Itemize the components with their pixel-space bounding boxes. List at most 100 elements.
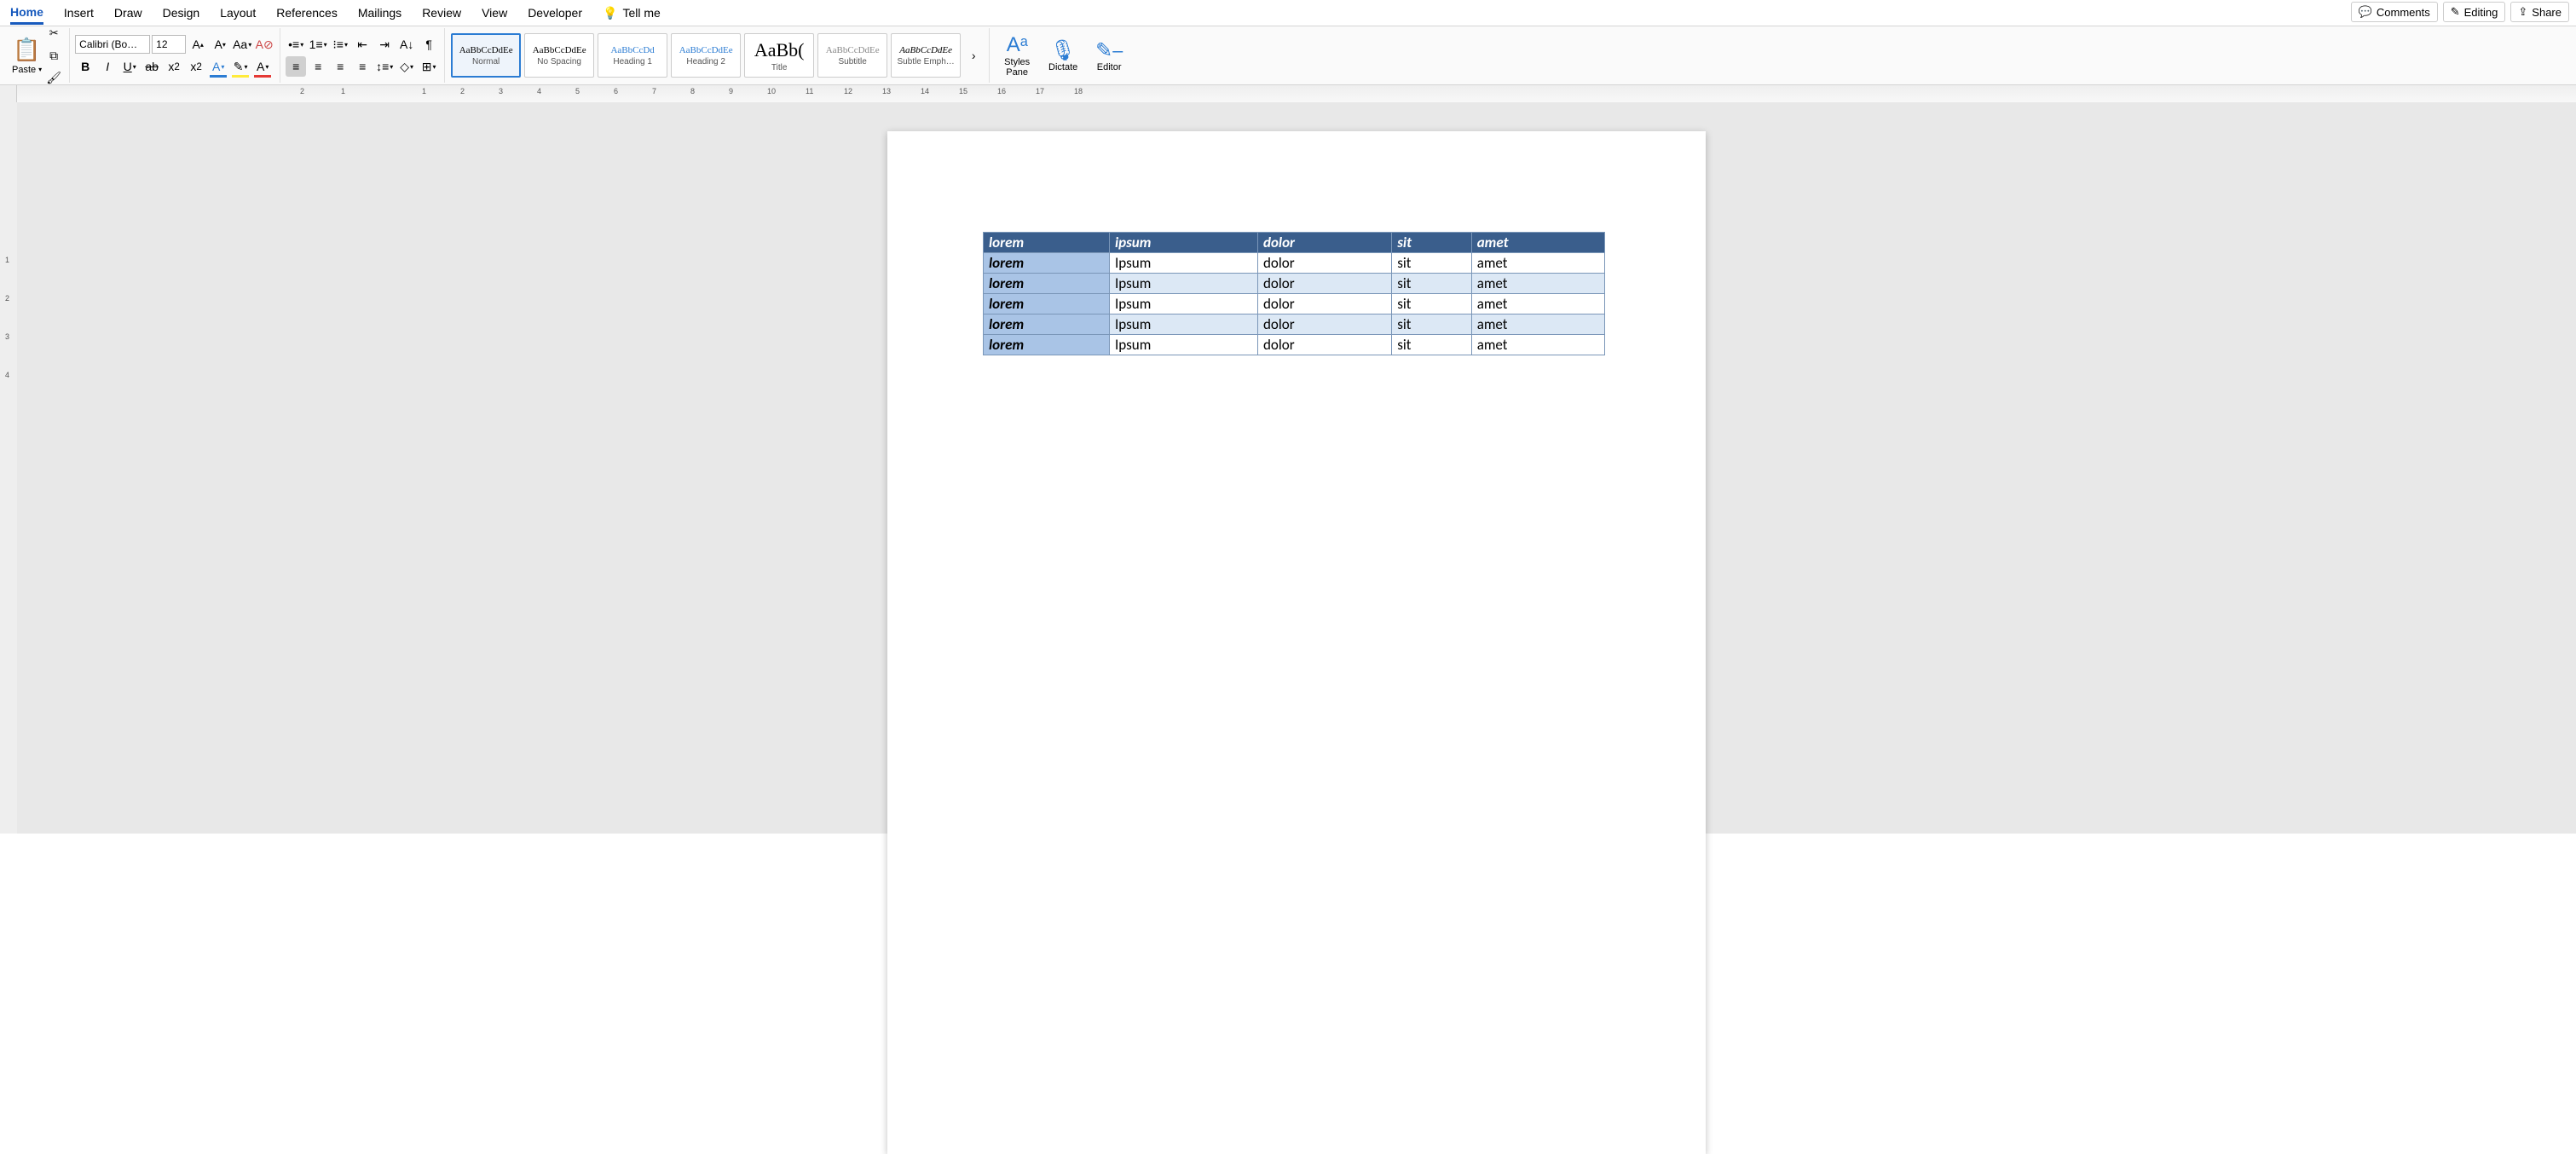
table-header[interactable]: amet xyxy=(1471,233,1604,253)
superscript-button[interactable]: x2 xyxy=(186,56,206,77)
sort-button[interactable]: A↓ xyxy=(396,34,417,55)
underline-button[interactable]: U▾ xyxy=(119,56,140,77)
ruler-tick: 13 xyxy=(882,87,891,95)
style-title[interactable]: AaBb(Title xyxy=(744,33,814,78)
tab-developer[interactable]: Developer xyxy=(528,3,582,23)
table-cell[interactable]: dolor xyxy=(1257,335,1391,355)
page[interactable]: lorem ipsum dolor sit amet lorem Ipsum d… xyxy=(887,131,1706,1154)
multilevel-button[interactable]: ⁝≡▾ xyxy=(330,34,350,55)
borders-button[interactable]: ⊞▾ xyxy=(419,56,439,77)
group-clipboard: 📋 Paste▾ ✂ ⧉ 🖌 xyxy=(7,28,70,83)
indent-button[interactable]: ⇥ xyxy=(374,34,395,55)
table-cell[interactable]: sit xyxy=(1392,253,1472,274)
align-center-button[interactable]: ≡ xyxy=(308,56,328,77)
styles-pane-label: Styles Pane xyxy=(995,57,1039,78)
table-cell[interactable]: amet xyxy=(1471,294,1604,314)
table-cell[interactable]: dolor xyxy=(1257,314,1391,335)
text-effects-button[interactable]: A▾ xyxy=(208,56,228,77)
table-cell[interactable]: dolor xyxy=(1257,253,1391,274)
table-header[interactable]: sit xyxy=(1392,233,1472,253)
font-size-input[interactable] xyxy=(152,35,186,54)
tab-bar: Home Insert Draw Design Layout Reference… xyxy=(0,0,2576,26)
bold-button[interactable]: B xyxy=(75,56,95,77)
share-button[interactable]: ⇪Share xyxy=(2510,2,2569,22)
strike-button[interactable]: ab xyxy=(142,56,162,77)
numbering-button[interactable]: 1≡▾ xyxy=(308,34,328,55)
tab-layout[interactable]: Layout xyxy=(220,3,256,23)
styles-pane-button[interactable]: AᵃStyles Pane xyxy=(995,33,1039,78)
table-cell[interactable]: Ipsum xyxy=(1110,335,1258,355)
tab-mailings[interactable]: Mailings xyxy=(358,3,401,23)
tab-references[interactable]: References xyxy=(276,3,338,23)
chevron-down-icon[interactable]: ▾ xyxy=(38,66,42,73)
table-cell[interactable]: Ipsum xyxy=(1110,294,1258,314)
table-header[interactable]: ipsum xyxy=(1110,233,1258,253)
font-name-input[interactable] xyxy=(75,35,150,54)
style-subtitle[interactable]: AaBbCcDdEeSubtitle xyxy=(817,33,887,78)
shrink-font-button[interactable]: A▾ xyxy=(210,34,230,55)
table-cell[interactable]: dolor xyxy=(1257,294,1391,314)
font-color-button[interactable]: A▾ xyxy=(252,56,273,77)
style-nospacing[interactable]: AaBbCcDdEeNo Spacing xyxy=(524,33,594,78)
outdent-button[interactable]: ⇤ xyxy=(352,34,373,55)
align-right-button[interactable]: ≡ xyxy=(330,56,350,77)
table-cell[interactable]: lorem xyxy=(984,335,1110,355)
table-cell[interactable]: amet xyxy=(1471,335,1604,355)
paste-button[interactable]: Paste xyxy=(12,65,36,75)
style-heading1[interactable]: AaBbCcDdHeading 1 xyxy=(598,33,667,78)
bullets-button[interactable]: •≡▾ xyxy=(286,34,306,55)
comments-button[interactable]: 💬Comments xyxy=(2351,2,2438,22)
table-cell[interactable]: Ipsum xyxy=(1110,253,1258,274)
table-header[interactable]: dolor xyxy=(1257,233,1391,253)
share-icon: ⇪ xyxy=(2518,5,2527,19)
table-cell[interactable]: sit xyxy=(1392,274,1472,294)
copy-button[interactable]: ⧉ xyxy=(43,45,64,66)
editor-button[interactable]: ✎⎯Editor xyxy=(1087,38,1131,72)
document-canvas[interactable]: lorem ipsum dolor sit amet lorem Ipsum d… xyxy=(17,102,2576,834)
table-cell[interactable]: dolor xyxy=(1257,274,1391,294)
table-cell[interactable]: lorem xyxy=(984,294,1110,314)
table-cell[interactable]: lorem xyxy=(984,253,1110,274)
pilcrow-button[interactable]: ¶ xyxy=(419,34,439,55)
tell-me[interactable]: 💡 Tell me xyxy=(603,6,661,20)
table-cell[interactable]: sit xyxy=(1392,335,1472,355)
tab-insert[interactable]: Insert xyxy=(64,3,94,23)
table-header[interactable]: lorem xyxy=(984,233,1110,253)
dictate-button[interactable]: 🎙Dictate xyxy=(1041,38,1085,72)
subscript-button[interactable]: x2 xyxy=(164,56,184,77)
justify-button[interactable]: ≡ xyxy=(352,56,373,77)
tab-home[interactable]: Home xyxy=(10,2,43,25)
table-cell[interactable]: amet xyxy=(1471,253,1604,274)
cut-button[interactable]: ✂ xyxy=(43,23,64,43)
table-cell[interactable]: sit xyxy=(1392,314,1472,335)
tab-design[interactable]: Design xyxy=(163,3,200,23)
table-cell[interactable]: lorem xyxy=(984,314,1110,335)
line-spacing-button[interactable]: ↕≡▾ xyxy=(374,56,395,77)
align-left-button[interactable]: ≡ xyxy=(286,56,306,77)
style-subtle-emphasis[interactable]: AaBbCcDdEeSubtle Emph… xyxy=(891,33,961,78)
italic-button[interactable]: I xyxy=(97,56,118,77)
style-heading2[interactable]: AaBbCcDdEeHeading 2 xyxy=(671,33,741,78)
style-preview: AaBb( xyxy=(754,39,805,61)
tab-review[interactable]: Review xyxy=(422,3,461,23)
highlight-button[interactable]: ✎▾ xyxy=(230,56,251,77)
style-label: Subtitle xyxy=(838,57,866,66)
tab-draw[interactable]: Draw xyxy=(114,3,142,23)
table-cell[interactable]: amet xyxy=(1471,314,1604,335)
clear-format-button[interactable]: A⊘ xyxy=(254,34,274,55)
table-cell[interactable]: lorem xyxy=(984,274,1110,294)
change-case-button[interactable]: Aa▾ xyxy=(232,34,252,55)
shading-button[interactable]: ◇▾ xyxy=(396,56,417,77)
style-normal[interactable]: AaBbCcDdEeNormal xyxy=(451,33,521,78)
style-preview: AaBbCcDdEe xyxy=(533,45,586,55)
table-cell[interactable]: Ipsum xyxy=(1110,314,1258,335)
document-table[interactable]: lorem ipsum dolor sit amet lorem Ipsum d… xyxy=(983,232,1605,355)
grow-font-button[interactable]: A▴ xyxy=(188,34,208,55)
tab-view[interactable]: View xyxy=(482,3,507,23)
styles-more-button[interactable]: › xyxy=(963,45,984,66)
editing-button[interactable]: ✎Editing xyxy=(2443,2,2506,22)
table-cell[interactable]: sit xyxy=(1392,294,1472,314)
table-cell[interactable]: Ipsum xyxy=(1110,274,1258,294)
editor-icon: ✎⎯ xyxy=(1097,38,1121,62)
table-cell[interactable]: amet xyxy=(1471,274,1604,294)
